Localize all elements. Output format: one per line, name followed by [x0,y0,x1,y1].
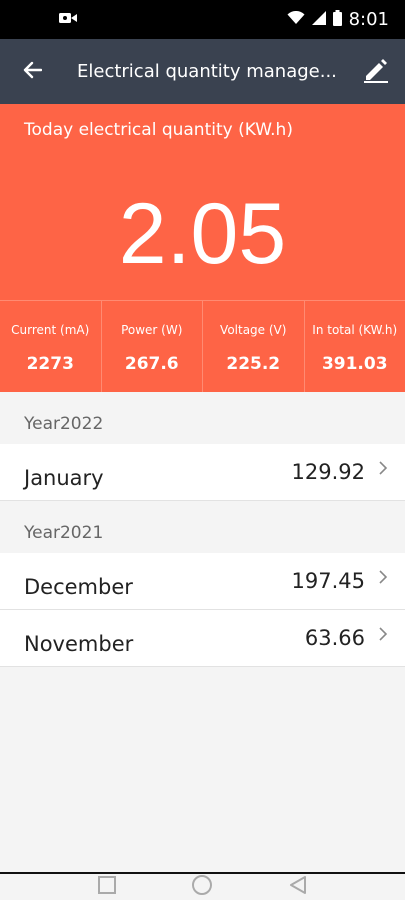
chevron-right-icon [377,570,389,584]
stat-value: 2273 [26,354,74,374]
battery-icon [332,9,342,30]
page-title: Electrical quantity manage... [77,61,337,82]
wifi-icon [287,10,305,29]
status-time: 8:01 [348,9,389,30]
arrow-left-icon [22,61,43,83]
stat-value: 267.6 [124,354,179,374]
year-header: Year2022 [0,392,405,444]
back-triangle-icon[interactable] [288,875,308,899]
stat-power: Power (W) 267.6 [101,300,203,392]
month-value: 129.92 [291,460,365,484]
month-value: 63.66 [304,626,365,650]
edit-button[interactable] [347,39,405,104]
stat-voltage: Voltage (V) 225.2 [203,300,305,392]
signal-icon [311,10,326,29]
stat-current: Current (mA) 2273 [0,300,102,392]
stats-row: Current (mA) 2273 Power (W) 267.6 Voltag… [0,300,405,392]
month-row-december[interactable]: December 197.45 [0,553,405,610]
status-bar: 8:01 [0,0,405,39]
chevron-right-icon [377,461,389,475]
month-name: November [24,632,134,656]
today-label: Today electrical quantity (KW.h) [24,120,293,140]
stat-total: In total (KW.h) 391.03 [304,300,405,392]
month-value: 197.45 [291,569,365,593]
app-bar: Electrical quantity manage... [0,39,405,104]
chevron-right-icon [377,627,389,641]
video-record-icon [58,10,78,29]
recent-apps-icon[interactable] [97,875,117,899]
stat-label: Voltage (V) [220,323,287,337]
year-header: Year2021 [0,501,405,553]
back-button[interactable] [0,39,64,104]
system-nav-bar [0,872,405,900]
history-list: Year2022 January 129.92 Year2021 Decembe… [0,392,405,667]
stat-value: 391.03 [321,354,388,374]
stat-label: Current (mA) [11,323,90,337]
home-icon[interactable] [191,874,213,900]
status-icons: 8:01 [287,9,389,30]
today-value: 2.05 [118,186,287,282]
pencil-icon [362,56,390,88]
today-panel: Today electrical quantity (KW.h) 2.05 [0,104,405,300]
month-row-january[interactable]: January 129.92 [0,444,405,501]
stat-label: Power (W) [121,323,183,337]
month-row-november[interactable]: November 63.66 [0,610,405,667]
month-name: January [24,466,104,490]
month-name: December [24,575,133,599]
stat-label: In total (KW.h) [312,323,398,337]
stat-value: 225.2 [226,354,281,374]
